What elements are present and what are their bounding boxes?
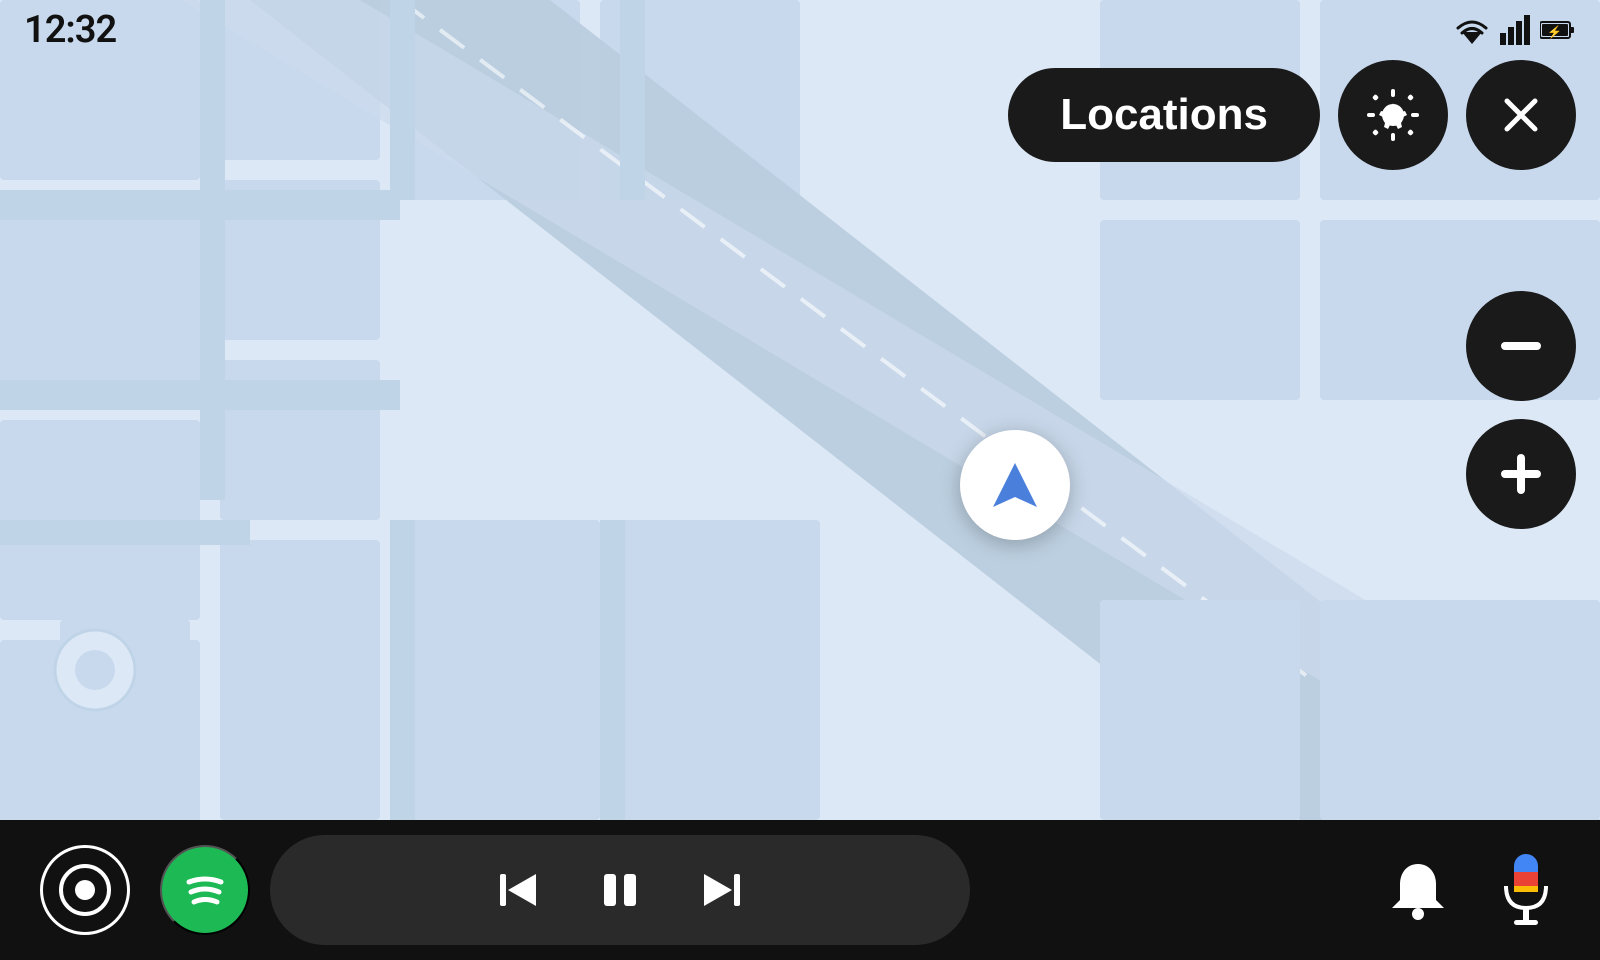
microphone-button[interactable] [1492,850,1560,930]
spotify-button[interactable] [160,845,250,935]
previous-button[interactable] [492,864,544,916]
notification-button[interactable] [1384,856,1452,924]
battery-icon: ⚡ [1540,19,1576,41]
svg-text:⚡: ⚡ [1547,25,1562,39]
locations-button[interactable]: Locations [1008,68,1320,162]
home-circle-icon [58,863,112,917]
spotify-icon [177,862,233,918]
skip-forward-icon [696,864,748,916]
minus-icon [1501,342,1541,350]
map-view[interactable]: 12:32 ⚡ [0,0,1600,820]
bottom-right-controls[interactable] [1384,850,1560,930]
settings-button[interactable] [1338,60,1448,170]
media-controls[interactable] [270,835,970,945]
status-bar: 12:32 ⚡ [0,0,1600,60]
wifi-icon [1454,16,1490,44]
next-button[interactable] [696,864,748,916]
signal-icon [1500,15,1530,45]
gear-icon [1365,87,1421,143]
clock: 12:32 [24,8,116,52]
close-button[interactable] [1466,60,1576,170]
pause-button[interactable] [594,864,646,916]
microphone-icon [1492,850,1560,930]
pause-icon [594,864,646,916]
skip-back-icon [492,864,544,916]
close-icon [1497,91,1545,139]
bottom-bar [0,820,1600,960]
plus-icon [1501,454,1541,494]
navigation-arrow [960,430,1070,540]
arrow-icon [985,455,1045,515]
zoom-in-button[interactable] [1466,419,1576,529]
zoom-controls[interactable] [1466,291,1576,529]
bottom-left-controls[interactable] [40,845,250,935]
bell-icon [1384,856,1452,924]
home-button[interactable] [40,845,130,935]
status-icons: ⚡ [1454,15,1576,45]
top-controls[interactable]: Locations [1008,60,1576,170]
zoom-out-button[interactable] [1466,291,1576,401]
